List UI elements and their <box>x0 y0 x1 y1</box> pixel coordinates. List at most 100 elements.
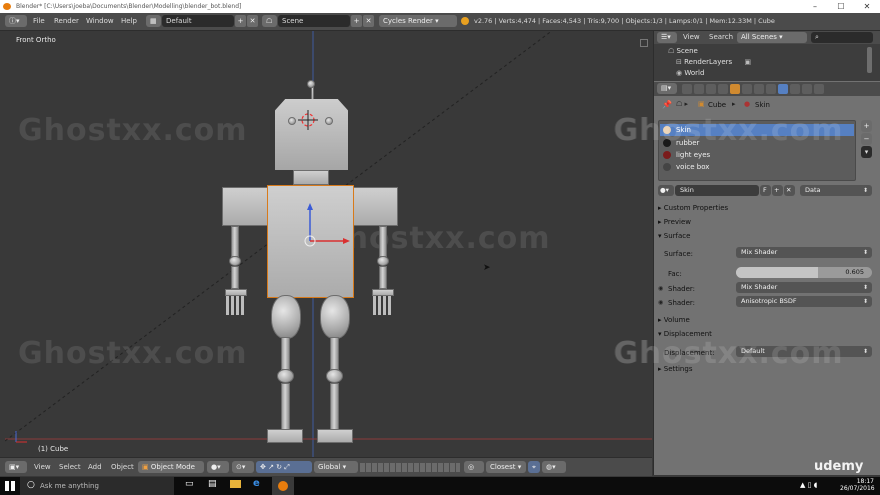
robot-right-forearm[interactable] <box>379 266 387 289</box>
screen-layout-field[interactable]: Default <box>162 15 234 27</box>
outliner-filter-dropdown[interactable]: All Scenes ▾ <box>737 32 807 43</box>
panel-preview[interactable]: ▸ Preview <box>658 216 691 228</box>
store-icon[interactable]: ▤ <box>208 479 217 489</box>
properties-editor-type-button[interactable]: ▤▾ <box>657 83 677 94</box>
shader2-dropdown[interactable]: Anisotropic BSDF ⬍ <box>736 296 872 307</box>
tray-network-icon[interactable]: ▲ ▯ ◖ <box>800 481 817 489</box>
robot-left-elbow[interactable] <box>229 256 241 266</box>
material-slot[interactable]: voice box <box>660 161 854 173</box>
taskbar-clock[interactable]: 18:17 26/07/2016 <box>840 478 875 492</box>
viewport-corner-icon[interactable] <box>640 39 648 47</box>
panel-surface[interactable]: ▾ Surface <box>658 230 690 242</box>
robot-right-eye[interactable] <box>325 117 333 125</box>
3d-cursor-icon[interactable] <box>297 109 319 131</box>
material-browse-button[interactable]: ●▾ <box>658 185 674 196</box>
snap-toggle-button[interactable]: ⌖ <box>528 461 540 473</box>
outliner-menu-view[interactable]: View <box>683 32 700 43</box>
robot-right-thigh[interactable] <box>320 295 350 339</box>
robot-right-knee[interactable] <box>326 369 343 383</box>
taskbar-search-box[interactable]: ○ Ask me anything <box>20 477 174 495</box>
maximize-button[interactable]: ☐ <box>828 0 854 13</box>
material-slot[interactable]: light eyes <box>660 149 854 161</box>
panel-custom-properties[interactable]: ▸ Custom Properties <box>658 202 728 214</box>
3d-viewport[interactable]: Front Ortho Ghostxx.com Ghostxx.com Ghos… <box>5 31 652 457</box>
robot-antenna-tip[interactable] <box>307 80 315 88</box>
panel-volume[interactable]: ▸ Volume <box>658 314 690 326</box>
modifiers-tab-icon[interactable] <box>754 84 764 94</box>
transform-orientation-dropdown[interactable]: Global ▾ <box>314 461 358 473</box>
particles-tab-icon[interactable] <box>802 84 812 94</box>
object-tab-icon[interactable] <box>730 84 740 94</box>
robot-right-shoulder[interactable] <box>352 187 398 226</box>
robot-left-foot[interactable] <box>267 429 303 443</box>
robot-left-hand[interactable] <box>225 289 247 296</box>
task-view-icon[interactable]: ▭ <box>185 479 194 489</box>
robot-left-upper-arm[interactable] <box>231 226 239 257</box>
close-button[interactable]: ✕ <box>854 0 880 13</box>
add-scene-button[interactable]: + <box>351 15 362 27</box>
world-tab-icon[interactable] <box>718 84 728 94</box>
texture-tab-icon[interactable] <box>790 84 800 94</box>
unlink-material-button[interactable]: ✕ <box>784 185 795 196</box>
robot-left-forearm[interactable] <box>231 266 239 289</box>
layer-buttons[interactable] <box>360 463 460 472</box>
material-name-field[interactable]: Skin <box>675 185 759 196</box>
robot-right-upper-arm[interactable] <box>379 226 387 257</box>
add-layout-button[interactable]: + <box>235 15 246 27</box>
constraints-tab-icon[interactable] <box>742 84 752 94</box>
scene-field[interactable]: Scene <box>278 15 350 27</box>
editor-type-button[interactable]: ⓘ▾ <box>5 15 27 27</box>
minimize-button[interactable]: – <box>802 0 828 13</box>
robot-left-shoulder[interactable] <box>222 187 268 226</box>
outliner-scrollbar[interactable] <box>867 47 872 73</box>
menu-help[interactable]: Help <box>121 16 137 27</box>
blender-taskbar-button[interactable] <box>272 477 294 495</box>
screen-layout-icon[interactable]: ▦ <box>146 15 161 27</box>
proportional-edit-button[interactable]: ◎ <box>464 461 484 473</box>
menu-render[interactable]: Render <box>54 16 79 27</box>
outliner-item-renderlayers[interactable]: ⊟ RenderLayers ▣ <box>676 57 751 67</box>
physics-tab-icon[interactable] <box>814 84 824 94</box>
outliner-menu-search[interactable]: Search <box>709 32 733 43</box>
shader1-dropdown[interactable]: Mix Shader ⬍ <box>736 282 872 293</box>
menu-file[interactable]: File <box>33 16 45 27</box>
outliner-item-world[interactable]: ◉ World <box>676 68 704 78</box>
robot-neck[interactable] <box>293 170 329 185</box>
remove-layout-button[interactable]: ✕ <box>247 15 258 27</box>
outliner-item-scene[interactable]: ☖ Scene <box>668 46 698 56</box>
material-specials-button[interactable]: ▾ <box>861 146 872 158</box>
interaction-mode-dropdown[interactable]: ▣ Object Mode <box>138 461 204 473</box>
menu-view[interactable]: View <box>34 462 51 473</box>
render-tab-icon[interactable] <box>682 84 692 94</box>
edge-browser-icon[interactable]: e <box>253 478 260 489</box>
robot-left-knee[interactable] <box>277 369 294 383</box>
robot-antenna[interactable] <box>311 87 314 101</box>
robot-right-shin[interactable] <box>330 383 339 430</box>
new-material-button[interactable]: + <box>772 185 783 196</box>
robot-right-foot[interactable] <box>317 429 353 443</box>
viewport-editor-type-button[interactable]: ▣▾ <box>5 461 27 473</box>
file-explorer-icon[interactable] <box>230 480 241 488</box>
robot-left-eye[interactable] <box>288 117 296 125</box>
data-tab-icon[interactable] <box>766 84 776 94</box>
material-tab-icon[interactable] <box>778 84 788 94</box>
outliner-editor-type-button[interactable]: ☰▾ <box>657 32 677 43</box>
scene-icon[interactable]: ☖ <box>262 15 277 27</box>
viewport-shading-dropdown[interactable]: ●▾ <box>207 461 229 473</box>
robot-right-elbow[interactable] <box>377 256 389 266</box>
remove-material-slot-button[interactable]: − <box>861 133 872 145</box>
robot-right-hand[interactable] <box>372 289 394 296</box>
menu-add[interactable]: Add <box>88 462 102 473</box>
robot-left-fingers[interactable] <box>226 296 246 315</box>
render-engine-dropdown[interactable]: Cycles Render ▾ <box>379 15 457 27</box>
surface-shader-dropdown[interactable]: Mix Shader ⬍ <box>736 247 872 258</box>
fake-user-button[interactable]: F <box>760 185 771 196</box>
add-material-slot-button[interactable]: + <box>861 120 872 132</box>
scene-tab-icon[interactable] <box>706 84 716 94</box>
pivot-point-dropdown[interactable]: ⊙▾ <box>232 461 254 473</box>
menu-select[interactable]: Select <box>59 462 81 473</box>
remove-scene-button[interactable]: ✕ <box>363 15 374 27</box>
menu-window[interactable]: Window <box>86 16 114 27</box>
menu-object[interactable]: Object <box>111 462 134 473</box>
fac-slider[interactable]: 0.605 <box>736 267 872 278</box>
